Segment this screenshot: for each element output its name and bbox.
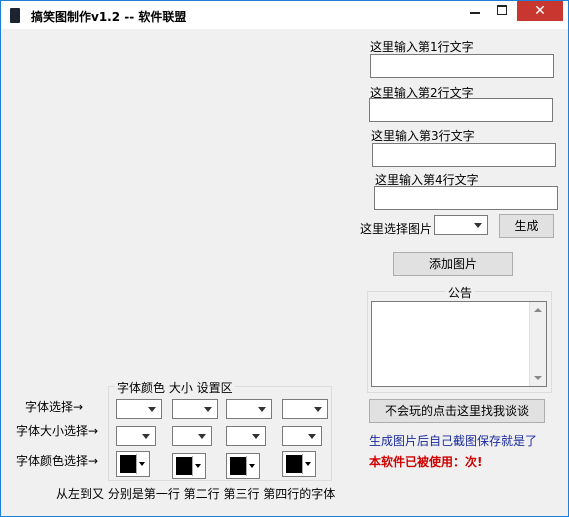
font-select-line1[interactable] [116, 399, 162, 419]
chevron-down-icon [314, 407, 322, 412]
line3-input[interactable] [372, 143, 556, 167]
line1-label: 这里输入第1行文字 [370, 40, 474, 54]
color-picker-line4[interactable] [282, 451, 316, 477]
add-image-button[interactable]: 添加图片 [393, 252, 513, 276]
chevron-down-icon [192, 456, 203, 476]
app-window: 搞笑图制作v1.2 -- 软件联盟 ✕ 这里输入第1行文字 这里输入第2行文字 … [0, 0, 569, 517]
chevron-down-icon [302, 454, 313, 474]
color-swatch [176, 457, 193, 475]
color-picker-line3[interactable] [226, 453, 260, 479]
chevron-down-icon [198, 434, 206, 439]
chevron-down-icon [148, 407, 156, 412]
save-tip-text: 生成图片后自己截图保存就是了 [369, 434, 538, 448]
scroll-up-icon[interactable] [534, 308, 542, 312]
usage-count-text: 本软件已被使用：次! [369, 455, 483, 469]
size-select-label: 字体大小选择→ [16, 424, 99, 438]
chevron-down-icon [136, 454, 147, 474]
generate-button[interactable]: 生成 [499, 214, 554, 238]
line1-input[interactable] [370, 54, 554, 78]
font-select-line2[interactable] [172, 399, 218, 419]
window-title: 搞笑图制作v1.2 -- 软件联盟 [31, 10, 187, 24]
font-select-label: 字体选择→ [25, 400, 84, 414]
chevron-down-icon [258, 407, 266, 412]
image-select-dropdown[interactable] [434, 215, 488, 235]
chevron-down-icon [204, 407, 212, 412]
color-picker-line2[interactable] [172, 453, 206, 479]
font-order-footer: 从左到又 分别是第一行 第二行 第三行 第四行的字体 [56, 487, 336, 501]
minimize-button[interactable] [461, 1, 489, 21]
notice-textarea[interactable] [371, 301, 547, 387]
app-icon [10, 8, 20, 23]
notice-legend: 公告 [446, 284, 475, 301]
chevron-down-icon [308, 434, 316, 439]
help-contact-button[interactable]: 不会玩的点击这里找我谈谈 [369, 399, 545, 423]
size-select-line1[interactable] [116, 426, 156, 446]
maximize-button[interactable] [488, 1, 516, 21]
notice-scrollbar[interactable] [529, 302, 546, 386]
scroll-down-icon[interactable] [534, 376, 542, 380]
color-picker-line1[interactable] [116, 451, 150, 477]
color-swatch [120, 455, 137, 473]
font-settings-legend: 字体颜色 大小 设置区 [115, 379, 235, 396]
line2-input[interactable] [369, 98, 553, 122]
size-select-line4[interactable] [282, 426, 322, 446]
chevron-down-icon [246, 456, 257, 476]
font-select-line3[interactable] [226, 399, 272, 419]
line3-label: 这里输入第3行文字 [371, 129, 475, 143]
image-preview-area [9, 31, 365, 376]
font-select-line4[interactable] [282, 399, 328, 419]
chevron-down-icon [142, 434, 150, 439]
color-swatch [230, 457, 247, 475]
line4-input[interactable] [374, 186, 558, 210]
close-button[interactable]: ✕ [517, 1, 563, 21]
size-select-line3[interactable] [226, 426, 266, 446]
size-select-line2[interactable] [172, 426, 212, 446]
image-select-label: 这里选择图片 [360, 222, 433, 236]
chevron-down-icon [474, 223, 482, 228]
color-select-label: 字体颜色选择→ [16, 454, 99, 468]
close-icon: ✕ [534, 3, 546, 19]
chevron-down-icon [252, 434, 260, 439]
color-swatch [286, 455, 303, 473]
title-bar[interactable]: 搞笑图制作v1.2 -- 软件联盟 ✕ [1, 1, 568, 29]
